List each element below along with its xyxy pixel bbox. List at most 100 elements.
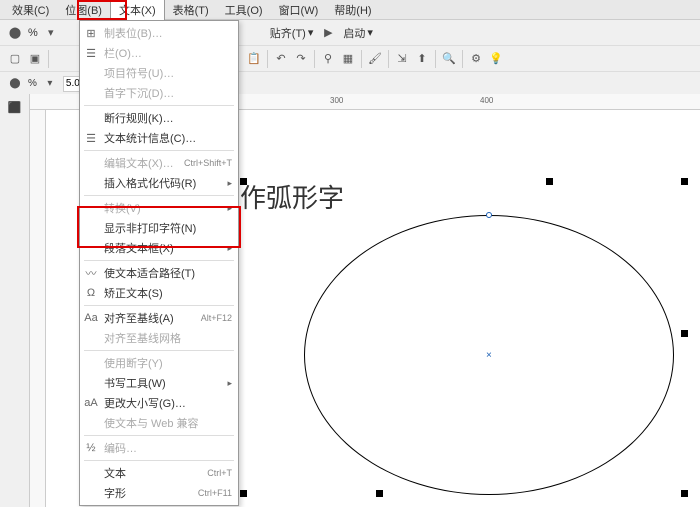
selection-handle[interactable] (376, 490, 383, 497)
menu-item[interactable]: ☰文本统计信息(C)… (80, 128, 238, 148)
menu-item[interactable]: 〰使文本适合路径(T) (80, 263, 238, 283)
menu-item-label: 对齐至基线(A) (104, 310, 174, 326)
menu-item-label: 使文本适合路径(T) (104, 265, 195, 281)
launch-dropdown[interactable]: 启动 ▾ (341, 25, 375, 41)
menu-item-label: 书写工具(W) (104, 375, 166, 391)
menu-item-label: 插入格式化代码(R) (104, 175, 196, 191)
menu-item-label: 断行规则(K)… (104, 110, 174, 126)
menu-item-label: 使文本与 Web 兼容 (104, 415, 199, 431)
caret-icon: ▾ (308, 26, 314, 39)
menu-help[interactable]: 帮助(H) (326, 0, 379, 20)
caret-icon: ▾ (367, 26, 373, 39)
menu-item: 首字下沉(D)… (80, 83, 238, 103)
snap-dropdown[interactable]: 贴齐(T) ▾ (268, 25, 316, 41)
menu-item-label: 编码… (104, 440, 137, 456)
menu-item-label: 对齐至基线网格 (104, 330, 181, 346)
search-icon[interactable]: ⚲ (319, 50, 337, 68)
submenu-arrow-icon: ▸ (227, 378, 232, 389)
zoom-icon[interactable]: 🔍 (440, 50, 458, 68)
menu-effects[interactable]: 效果(C) (4, 0, 57, 20)
submenu-arrow-icon: ▸ (227, 178, 232, 189)
menu-item-icon: ⊞ (84, 27, 98, 40)
menu-item: 对齐至基线网格 (80, 328, 238, 348)
export-icon[interactable]: ⇲ (393, 50, 411, 68)
options-icon[interactable]: ⚙ (467, 50, 485, 68)
menu-item-label: 首字下沉(D)… (104, 85, 174, 101)
menu-item-icon: Ω (84, 287, 98, 299)
selection-handle[interactable] (681, 490, 688, 497)
menu-tools[interactable]: 工具(O) (217, 0, 271, 20)
selection-handle[interactable] (681, 330, 688, 337)
menu-item: 使文本与 Web 兼容 (80, 413, 238, 433)
launch-label: 启动 (343, 25, 365, 41)
ruler-tick: 400 (480, 96, 493, 105)
menu-item[interactable]: 断行规则(K)… (80, 108, 238, 128)
menu-item-label: 更改大小写(G)… (104, 395, 186, 411)
menu-item-label: 文本 (104, 465, 126, 481)
pct-label: % (28, 27, 38, 39)
menu-item-icon: 〰 (84, 265, 98, 281)
menu-item-label: 转换(V) (104, 200, 141, 216)
caret-icon[interactable]: ▾ (41, 75, 59, 93)
menu-shortcut: Ctrl+T (207, 468, 232, 478)
swatch-icon[interactable]: ⬛ (6, 98, 24, 116)
menu-item[interactable]: 书写工具(W) ▸ (80, 373, 238, 393)
tool-icon[interactable]: ▢ (6, 50, 24, 68)
pct-icon[interactable]: ⬤ (6, 75, 24, 93)
ruler-vertical (30, 110, 46, 507)
brush-icon[interactable]: 🖌 (366, 50, 384, 68)
menu-item[interactable]: 文本 Ctrl+T (80, 463, 238, 483)
publish-icon[interactable]: ⬆ (413, 50, 431, 68)
paste-icon[interactable]: 📋 (245, 50, 263, 68)
ellipse-center: × (486, 350, 492, 361)
menu-item-label: 文本统计信息(C)… (104, 130, 196, 146)
hint-icon[interactable]: 💡 (487, 50, 505, 68)
menu-item: ☰栏(O)… (80, 43, 238, 63)
menu-item-label: 项目符号(U)… (104, 65, 174, 81)
menu-item: 使用断字(Y) (80, 353, 238, 373)
selection-handle[interactable] (681, 178, 688, 185)
menu-item: 编辑文本(X)…Ctrl+Shift+T (80, 153, 238, 173)
tool-icon[interactable]: ▣ (26, 50, 44, 68)
image-icon[interactable]: ▦ (339, 50, 357, 68)
ellipse-node[interactable] (486, 212, 492, 218)
menubar: 效果(C) 位图(B) 文本(X) 表格(T) 工具(O) 窗口(W) 帮助(H… (0, 0, 700, 20)
menu-item-icon: Aa (84, 312, 98, 324)
menu-item-label: 编辑文本(X)… (104, 155, 174, 171)
menu-item-label: 显示非打印字符(N) (104, 220, 196, 236)
redo-icon[interactable]: ↷ (292, 50, 310, 68)
menu-item-label: 制表位(B)… (104, 25, 163, 41)
selection-handle[interactable] (546, 178, 553, 185)
menu-item: ⊞ 制表位(B)… (80, 23, 238, 43)
ruler-tick: 300 (330, 96, 343, 105)
menu-item[interactable]: 字形 Ctrl+F11 (80, 483, 238, 503)
menu-item[interactable]: Aa 对齐至基线(A) Alt+F12 (80, 308, 238, 328)
menu-item[interactable]: 段落文本框(X)▸ (80, 238, 238, 258)
text-menu-dropdown: ⊞ 制表位(B)… ☰栏(O)… 项目符号(U)… 首字下沉(D)… 断行规则(K)… ☰文… (79, 20, 239, 506)
undo-icon[interactable]: ↶ (272, 50, 290, 68)
menu-bitmap[interactable]: 位图(B) (57, 0, 110, 20)
submenu-arrow-icon: ▸ (227, 243, 232, 254)
submenu-arrow-icon: ▸ (227, 203, 232, 214)
menu-item[interactable]: aA 更改大小写(G)… (80, 393, 238, 413)
launch-icon[interactable]: ▶ (319, 24, 337, 42)
menu-table[interactable]: 表格(T) (165, 0, 217, 20)
menu-text[interactable]: 文本(X) (110, 0, 165, 20)
menu-item-label: 使用断字(Y) (104, 355, 163, 371)
menu-shortcut: Ctrl+F11 (198, 488, 232, 498)
canvas-text-object[interactable]: 作弧形字 (240, 178, 344, 215)
menu-window[interactable]: 窗口(W) (271, 0, 327, 20)
caret-icon[interactable]: ▾ (42, 24, 60, 42)
menu-item[interactable]: 显示非打印字符(N) (80, 218, 238, 238)
menu-item[interactable]: 插入格式化代码(R) ▸ (80, 173, 238, 193)
menu-item[interactable]: Ω矫正文本(S) (80, 283, 238, 303)
menu-item-icon: aA (84, 397, 98, 409)
pct-icon[interactable]: ⬤ (6, 24, 24, 42)
left-toolbox: ⬛ (0, 94, 30, 507)
menu-item: 转换(V) ▸ (80, 198, 238, 218)
menu-shortcut: Alt+F12 (201, 313, 232, 323)
menu-item-label: 字形 (104, 485, 126, 501)
menu-item: 项目符号(U)… (80, 63, 238, 83)
menu-item-icon: ½ (84, 442, 98, 454)
selection-handle[interactable] (240, 490, 247, 497)
